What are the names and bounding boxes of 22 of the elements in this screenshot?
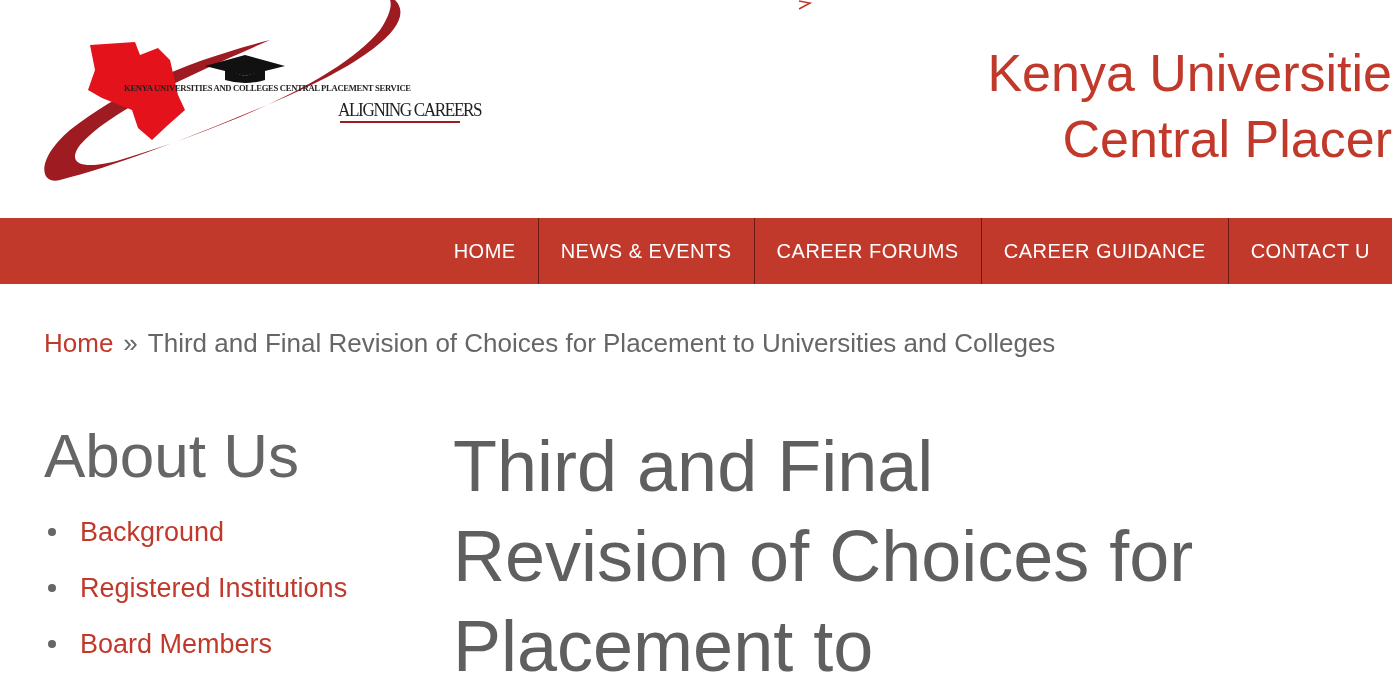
nav-link[interactable]: CAREER GUIDANCE [980, 218, 1228, 284]
sidebar-link[interactable]: Board Members [80, 623, 273, 665]
article-title: Third and Final [453, 425, 934, 508]
bullet-icon [48, 640, 56, 648]
nav-link[interactable]: HOME [431, 218, 538, 284]
sidebar-link[interactable]: Registered Institutions [80, 567, 348, 609]
article-title: Placement to [453, 605, 874, 683]
logo-tagline: ALIGNING CAREERS [338, 98, 482, 122]
nav-link[interactable]: CAREER FORUMS [753, 218, 981, 284]
nav-link[interactable]: CONTACT U [1227, 218, 1392, 284]
sidebar-heading: About Us [44, 421, 300, 491]
site-title: Kenya Universitie [987, 43, 1392, 104]
sidebar-link[interactable]: Background [80, 511, 225, 553]
breadcrumb-current: Third and Final Revision of Choices for Placement to Universities and Colleges [147, 327, 1056, 360]
chevron-icon [797, 0, 813, 10]
nav-link[interactable]: NEWS & EVENTS [537, 218, 754, 284]
article-title: Revision of Choices for [453, 515, 1194, 598]
bullet-icon [48, 528, 56, 536]
bullet-icon [48, 584, 56, 592]
site-title: Central Placer [1062, 109, 1392, 170]
breadcrumb-separator: » [123, 327, 138, 360]
breadcrumb-link[interactable]: Home [44, 324, 114, 363]
